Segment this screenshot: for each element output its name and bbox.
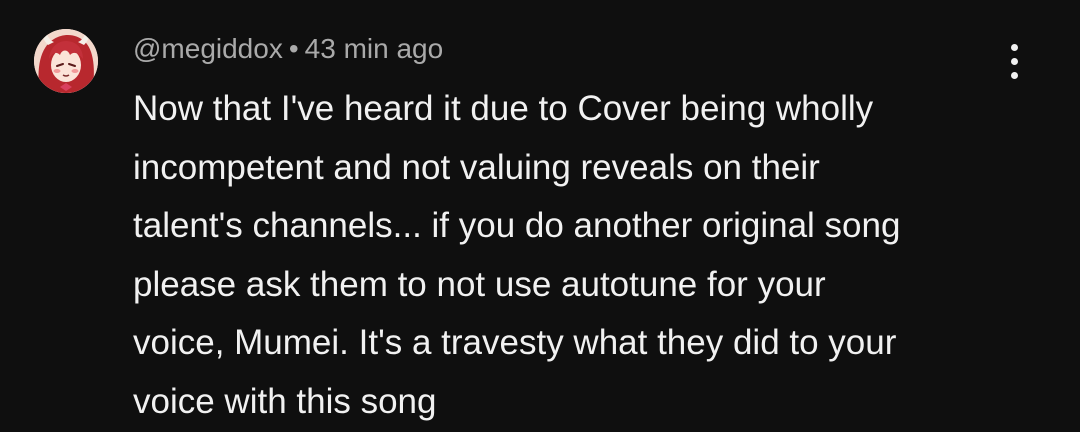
meta-separator: • (288, 33, 299, 64)
comment-body: Now that I've heard it due to Cover bein… (133, 80, 1013, 431)
more-vert-icon (1010, 71, 1018, 79)
avatar[interactable] (34, 29, 98, 93)
more-options-button[interactable] (994, 38, 1034, 84)
comment-body-line: Now that I've heard it due to Cover bein… (133, 89, 874, 128)
comment-timestamp[interactable]: 43 min ago (305, 33, 444, 64)
comment-body-line: please ask them to not use autotune for … (133, 264, 826, 304)
more-vert-icon (1010, 43, 1018, 51)
comment-body-line: voice, Mumei. It's a travesty what they … (133, 323, 897, 362)
comment-meta: @megiddox • 43 min ago (133, 31, 443, 67)
author-handle[interactable]: @megiddox (133, 33, 283, 64)
anime-avatar-icon (34, 29, 98, 93)
comment-body-line: incompetent and not valuing reveals on t… (133, 147, 820, 187)
comment-body-line: talent's channels... if you do another o… (133, 206, 901, 245)
comment-body-line: voice with this song (133, 381, 437, 421)
comment-thread: @megiddox • 43 min ago Now that I've heard… (0, 0, 1080, 432)
more-vert-icon (1010, 57, 1018, 65)
